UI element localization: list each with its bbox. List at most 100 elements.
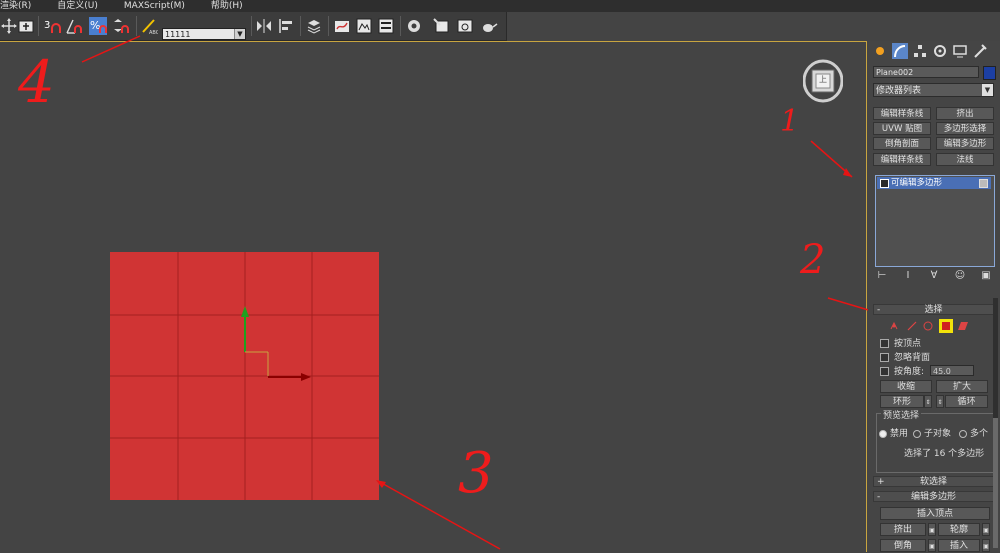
utilities-tab-icon[interactable] bbox=[972, 43, 988, 59]
stack-toolbar: ⊢ Ⅰ ∀ ☺ ▣ bbox=[875, 269, 993, 283]
render-icon[interactable] bbox=[456, 17, 474, 35]
grow-button[interactable]: 扩大 bbox=[936, 380, 988, 393]
modifier-button-poly-select[interactable]: 多边形选择 bbox=[936, 122, 994, 135]
edit-polygons-title: 编辑多边形 bbox=[910, 492, 956, 502]
ignore-backfacing-checkbox[interactable]: 忽略背面 bbox=[880, 352, 930, 364]
modifier-button-edit-poly[interactable]: 编辑多边形 bbox=[936, 137, 994, 150]
loop-spinner[interactable]: ⇕ bbox=[936, 395, 944, 408]
select-move-icon[interactable] bbox=[0, 17, 18, 35]
border-mode-icon bbox=[923, 321, 933, 331]
percent-snap-icon[interactable]: % bbox=[89, 17, 107, 35]
modifier-button-normal[interactable]: 法线 bbox=[936, 153, 994, 166]
menu-render[interactable]: 渲染(R) bbox=[0, 0, 31, 12]
spinner-snap-icon[interactable] bbox=[112, 17, 130, 35]
angle-snap-icon[interactable] bbox=[65, 17, 83, 35]
hierarchy-tab-icon[interactable] bbox=[912, 43, 928, 59]
outline-button[interactable]: 轮廓 bbox=[938, 523, 980, 536]
stack-item-editable-poly[interactable]: 可编辑多边形 bbox=[877, 177, 991, 189]
stack-item-label: 可编辑多边形 bbox=[891, 178, 943, 188]
loop-button[interactable]: 循环 bbox=[945, 395, 988, 408]
angle-spinner[interactable]: 45.0 bbox=[930, 365, 974, 376]
preview-off-label: 禁用 bbox=[890, 429, 909, 439]
preview-subobject-radio[interactable]: 子对象 bbox=[913, 426, 951, 439]
pin-stack-icon[interactable]: ⊢ bbox=[875, 269, 889, 283]
inset-settings-button[interactable]: ▣ bbox=[982, 539, 990, 552]
configure-sets-icon[interactable]: ▣ bbox=[979, 269, 993, 283]
menu-bar: 渲染(R) 自定义(U) MAXScript(M) 帮助(H) bbox=[0, 0, 1000, 12]
create-tab-icon[interactable] bbox=[872, 43, 888, 59]
mirror-icon[interactable] bbox=[255, 17, 273, 35]
preview-multi-label: 多个 bbox=[970, 429, 989, 439]
ring-button[interactable]: 环形 bbox=[880, 395, 924, 408]
edit-polygons-rollout-header[interactable]: - 编辑多边形 bbox=[873, 491, 994, 502]
modifier-button-bevel-profile[interactable]: 倒角剖面 bbox=[873, 137, 931, 150]
soft-selection-rollout-header[interactable]: + 软选择 bbox=[873, 476, 994, 487]
scrollbar-thumb[interactable] bbox=[993, 418, 998, 548]
chevron-down-icon[interactable]: ▼ bbox=[234, 29, 245, 39]
motion-tab-icon[interactable] bbox=[932, 43, 948, 59]
preview-selection-title: 预览选择 bbox=[881, 408, 922, 421]
make-unique-icon[interactable]: ∀ bbox=[927, 269, 941, 283]
display-tab-icon[interactable] bbox=[952, 43, 968, 59]
show-end-result-icon[interactable]: Ⅰ bbox=[901, 269, 915, 283]
collapse-icon: - bbox=[877, 492, 881, 502]
viewcube-top-label: 上 bbox=[819, 75, 827, 84]
align-icon[interactable] bbox=[277, 17, 295, 35]
remove-modifier-icon[interactable]: ☺ bbox=[953, 269, 967, 283]
extrude-button[interactable]: 挤出 bbox=[880, 523, 926, 536]
menu-customize[interactable]: 自定义(U) bbox=[57, 0, 98, 12]
outline-settings-button[interactable]: ▣ bbox=[982, 523, 990, 536]
ring-spinner[interactable]: ⇕ bbox=[924, 395, 932, 408]
preview-multi-radio[interactable]: 多个 bbox=[959, 426, 988, 439]
modifier-button-extrude[interactable]: 挤出 bbox=[936, 107, 994, 120]
edit-named-selection-icon[interactable]: ABC bbox=[140, 17, 160, 36]
edge-mode-icon bbox=[907, 321, 917, 331]
main-toolbar: 3 % ABC 11111 ▼ bbox=[0, 12, 507, 41]
by-angle-checkbox[interactable]: 按角度: bbox=[880, 366, 924, 378]
modifier-button-edit-spline-2[interactable]: 编辑样条线 bbox=[873, 153, 931, 166]
by-vertex-checkbox[interactable]: 按顶点 bbox=[880, 338, 921, 350]
layer-manager-icon[interactable] bbox=[305, 17, 323, 35]
menu-maxscript[interactable]: MAXScript(M) bbox=[124, 0, 185, 12]
insert-vertex-button[interactable]: 插入顶点 bbox=[880, 507, 990, 520]
command-panel-scrollbar[interactable] bbox=[993, 298, 998, 548]
plane-object[interactable] bbox=[110, 252, 379, 500]
selection-rollout-header[interactable]: - 选择 bbox=[873, 304, 994, 315]
keyboard-shortcut-icon[interactable] bbox=[17, 17, 35, 35]
chevron-down-icon[interactable]: ▼ bbox=[982, 84, 993, 96]
menu-help[interactable]: 帮助(H) bbox=[211, 0, 243, 12]
rendered-frame-icon[interactable] bbox=[432, 17, 450, 35]
object-name-field[interactable]: Plane002 bbox=[873, 66, 979, 78]
teapot-render-icon[interactable] bbox=[480, 17, 498, 35]
ignore-backfacing-label: 忽略背面 bbox=[894, 353, 931, 363]
modify-tab-icon[interactable] bbox=[892, 43, 908, 59]
by-angle-label: 按角度: bbox=[894, 367, 925, 377]
snaps-toggle-icon[interactable]: 3 bbox=[43, 17, 61, 35]
modifier-button-uvw-map[interactable]: UVW 贴图 bbox=[873, 122, 931, 135]
modifier-list-dropdown[interactable]: 修改器列表 ▼ bbox=[873, 83, 994, 97]
material-editor-icon[interactable] bbox=[377, 17, 395, 35]
expand-icon: + bbox=[877, 477, 885, 487]
annotation-1: 1 bbox=[780, 104, 800, 139]
stack-toggle-icon[interactable] bbox=[979, 179, 988, 188]
stack-expand-icon[interactable] bbox=[880, 179, 889, 188]
modifier-stack[interactable]: 可编辑多边形 bbox=[875, 175, 995, 267]
shrink-button[interactable]: 收缩 bbox=[880, 380, 932, 393]
object-color-swatch[interactable] bbox=[983, 66, 996, 80]
annotation-2: 2 bbox=[800, 237, 826, 283]
transform-gizmo[interactable] bbox=[235, 292, 335, 392]
by-vertex-label: 按顶点 bbox=[894, 339, 922, 349]
svg-text:%: % bbox=[90, 19, 100, 32]
preview-off-radio[interactable]: 禁用 bbox=[879, 426, 908, 439]
curve-editor-icon[interactable] bbox=[333, 17, 351, 35]
modifier-button-edit-spline[interactable]: 编辑样条线 bbox=[873, 107, 931, 120]
named-selection-set-dropdown[interactable]: 11111 ▼ bbox=[162, 28, 246, 40]
extrude-settings-button[interactable]: ▣ bbox=[928, 523, 936, 536]
inset-button[interactable]: 插入 bbox=[938, 539, 980, 552]
collapse-icon: - bbox=[877, 305, 881, 315]
bevel-settings-button[interactable]: ▣ bbox=[928, 539, 936, 552]
schematic-view-icon[interactable] bbox=[355, 17, 373, 35]
viewcube[interactable]: 上 bbox=[802, 59, 844, 103]
render-setup-icon[interactable] bbox=[405, 17, 423, 35]
bevel-button[interactable]: 倒角 bbox=[880, 539, 926, 552]
